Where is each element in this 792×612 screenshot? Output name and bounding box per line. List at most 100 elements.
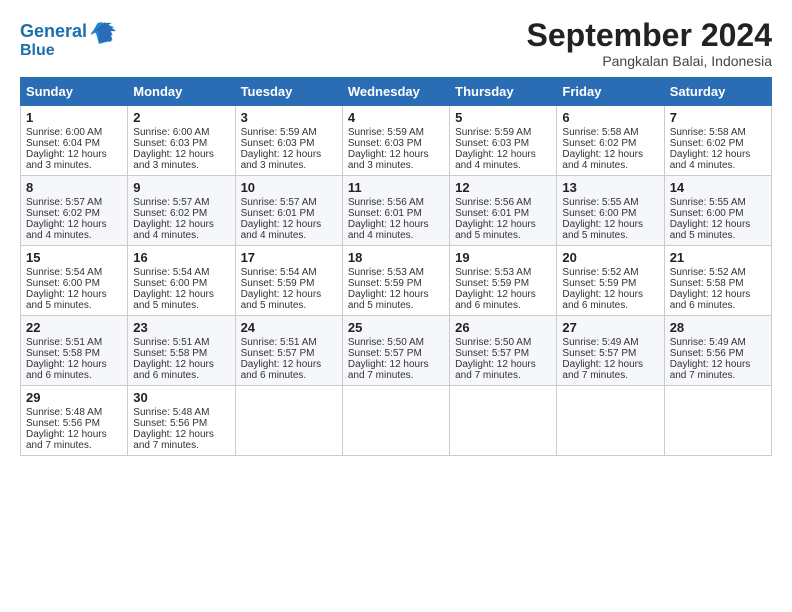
daylight-text: Daylight: 12 hours and 7 minutes. — [562, 359, 658, 381]
day-number: 8 — [26, 180, 122, 195]
calendar-cell: 13Sunrise: 5:55 AMSunset: 6:00 PMDayligh… — [557, 176, 664, 246]
calendar-cell: 11Sunrise: 5:56 AMSunset: 6:01 PMDayligh… — [342, 176, 449, 246]
daylight-text: Daylight: 12 hours and 6 minutes. — [26, 359, 122, 381]
daylight-text: Daylight: 12 hours and 5 minutes. — [670, 219, 766, 241]
sunset-text: Sunset: 6:00 PM — [562, 208, 658, 219]
location-subtitle: Pangkalan Balai, Indonesia — [527, 53, 772, 69]
day-number: 26 — [455, 320, 551, 335]
daylight-text: Daylight: 12 hours and 7 minutes. — [670, 359, 766, 381]
daylight-text: Daylight: 12 hours and 6 minutes. — [455, 289, 551, 311]
calendar-cell: 29Sunrise: 5:48 AMSunset: 5:56 PMDayligh… — [21, 386, 128, 456]
calendar-cell: 20Sunrise: 5:52 AMSunset: 5:59 PMDayligh… — [557, 246, 664, 316]
calendar-cell: 9Sunrise: 5:57 AMSunset: 6:02 PMDaylight… — [128, 176, 235, 246]
calendar-cell: 3Sunrise: 5:59 AMSunset: 6:03 PMDaylight… — [235, 106, 342, 176]
sunrise-text: Sunrise: 5:52 AM — [562, 267, 658, 278]
calendar-table: Sunday Monday Tuesday Wednesday Thursday… — [20, 77, 772, 456]
sunrise-text: Sunrise: 5:49 AM — [562, 337, 658, 348]
sunrise-text: Sunrise: 6:00 AM — [133, 127, 229, 138]
day-number: 4 — [348, 110, 444, 125]
sunset-text: Sunset: 5:59 PM — [562, 278, 658, 289]
daylight-text: Daylight: 12 hours and 5 minutes. — [562, 219, 658, 241]
sunrise-text: Sunrise: 5:52 AM — [670, 267, 766, 278]
col-monday: Monday — [128, 78, 235, 106]
daylight-text: Daylight: 12 hours and 4 minutes. — [455, 149, 551, 171]
calendar-cell: 27Sunrise: 5:49 AMSunset: 5:57 PMDayligh… — [557, 316, 664, 386]
sunrise-text: Sunrise: 5:48 AM — [26, 407, 122, 418]
daylight-text: Daylight: 12 hours and 6 minutes. — [562, 289, 658, 311]
day-number: 29 — [26, 390, 122, 405]
col-thursday: Thursday — [450, 78, 557, 106]
day-number: 5 — [455, 110, 551, 125]
calendar-cell — [235, 386, 342, 456]
day-number: 22 — [26, 320, 122, 335]
daylight-text: Daylight: 12 hours and 5 minutes. — [241, 289, 337, 311]
sunrise-text: Sunrise: 5:57 AM — [133, 197, 229, 208]
daylight-text: Daylight: 12 hours and 6 minutes. — [241, 359, 337, 381]
sunrise-text: Sunrise: 5:54 AM — [26, 267, 122, 278]
sunset-text: Sunset: 5:56 PM — [670, 348, 766, 359]
sunrise-text: Sunrise: 5:59 AM — [455, 127, 551, 138]
calendar-week-row: 15Sunrise: 5:54 AMSunset: 6:00 PMDayligh… — [21, 246, 772, 316]
calendar-cell: 18Sunrise: 5:53 AMSunset: 5:59 PMDayligh… — [342, 246, 449, 316]
sunrise-text: Sunrise: 5:57 AM — [241, 197, 337, 208]
daylight-text: Daylight: 12 hours and 5 minutes. — [133, 289, 229, 311]
day-number: 3 — [241, 110, 337, 125]
sunset-text: Sunset: 5:57 PM — [348, 348, 444, 359]
sunset-text: Sunset: 5:59 PM — [348, 278, 444, 289]
logo-text: General — [20, 22, 87, 42]
daylight-text: Daylight: 12 hours and 7 minutes. — [133, 429, 229, 451]
calendar-week-row: 1Sunrise: 6:00 AMSunset: 6:04 PMDaylight… — [21, 106, 772, 176]
calendar-cell: 1Sunrise: 6:00 AMSunset: 6:04 PMDaylight… — [21, 106, 128, 176]
day-number: 6 — [562, 110, 658, 125]
day-number: 11 — [348, 180, 444, 195]
daylight-text: Daylight: 12 hours and 4 minutes. — [26, 219, 122, 241]
calendar-week-row: 29Sunrise: 5:48 AMSunset: 5:56 PMDayligh… — [21, 386, 772, 456]
sunset-text: Sunset: 5:56 PM — [133, 418, 229, 429]
day-number: 9 — [133, 180, 229, 195]
calendar-week-row: 8Sunrise: 5:57 AMSunset: 6:02 PMDaylight… — [21, 176, 772, 246]
calendar-cell: 14Sunrise: 5:55 AMSunset: 6:00 PMDayligh… — [664, 176, 771, 246]
title-block: September 2024 Pangkalan Balai, Indonesi… — [527, 18, 772, 69]
sunrise-text: Sunrise: 5:51 AM — [241, 337, 337, 348]
sunrise-text: Sunrise: 5:50 AM — [455, 337, 551, 348]
calendar-cell: 12Sunrise: 5:56 AMSunset: 6:01 PMDayligh… — [450, 176, 557, 246]
daylight-text: Daylight: 12 hours and 3 minutes. — [26, 149, 122, 171]
page: General Blue September 2024 Pangkalan Ba… — [0, 0, 792, 474]
sunset-text: Sunset: 5:57 PM — [455, 348, 551, 359]
sunrise-text: Sunrise: 5:57 AM — [26, 197, 122, 208]
sunrise-text: Sunrise: 5:55 AM — [670, 197, 766, 208]
sunset-text: Sunset: 5:59 PM — [241, 278, 337, 289]
sunrise-text: Sunrise: 5:51 AM — [133, 337, 229, 348]
sunset-text: Sunset: 5:56 PM — [26, 418, 122, 429]
sunset-text: Sunset: 6:03 PM — [348, 138, 444, 149]
daylight-text: Daylight: 12 hours and 4 minutes. — [241, 219, 337, 241]
sunset-text: Sunset: 6:01 PM — [455, 208, 551, 219]
sunrise-text: Sunrise: 5:56 AM — [348, 197, 444, 208]
sunrise-text: Sunrise: 5:50 AM — [348, 337, 444, 348]
daylight-text: Daylight: 12 hours and 5 minutes. — [455, 219, 551, 241]
col-saturday: Saturday — [664, 78, 771, 106]
day-number: 25 — [348, 320, 444, 335]
sunset-text: Sunset: 5:58 PM — [670, 278, 766, 289]
sunset-text: Sunset: 6:00 PM — [670, 208, 766, 219]
sunrise-text: Sunrise: 5:56 AM — [455, 197, 551, 208]
col-sunday: Sunday — [21, 78, 128, 106]
sunset-text: Sunset: 5:58 PM — [133, 348, 229, 359]
col-tuesday: Tuesday — [235, 78, 342, 106]
col-wednesday: Wednesday — [342, 78, 449, 106]
daylight-text: Daylight: 12 hours and 3 minutes. — [348, 149, 444, 171]
sunset-text: Sunset: 6:00 PM — [26, 278, 122, 289]
month-title: September 2024 — [527, 18, 772, 53]
sunrise-text: Sunrise: 5:48 AM — [133, 407, 229, 418]
calendar-cell: 17Sunrise: 5:54 AMSunset: 5:59 PMDayligh… — [235, 246, 342, 316]
calendar-cell: 23Sunrise: 5:51 AMSunset: 5:58 PMDayligh… — [128, 316, 235, 386]
day-number: 1 — [26, 110, 122, 125]
day-number: 28 — [670, 320, 766, 335]
logo: General Blue — [20, 18, 117, 60]
day-number: 16 — [133, 250, 229, 265]
daylight-text: Daylight: 12 hours and 4 minutes. — [670, 149, 766, 171]
sunset-text: Sunset: 6:03 PM — [133, 138, 229, 149]
calendar-header-row: Sunday Monday Tuesday Wednesday Thursday… — [21, 78, 772, 106]
sunrise-text: Sunrise: 5:59 AM — [348, 127, 444, 138]
calendar-cell: 15Sunrise: 5:54 AMSunset: 6:00 PMDayligh… — [21, 246, 128, 316]
